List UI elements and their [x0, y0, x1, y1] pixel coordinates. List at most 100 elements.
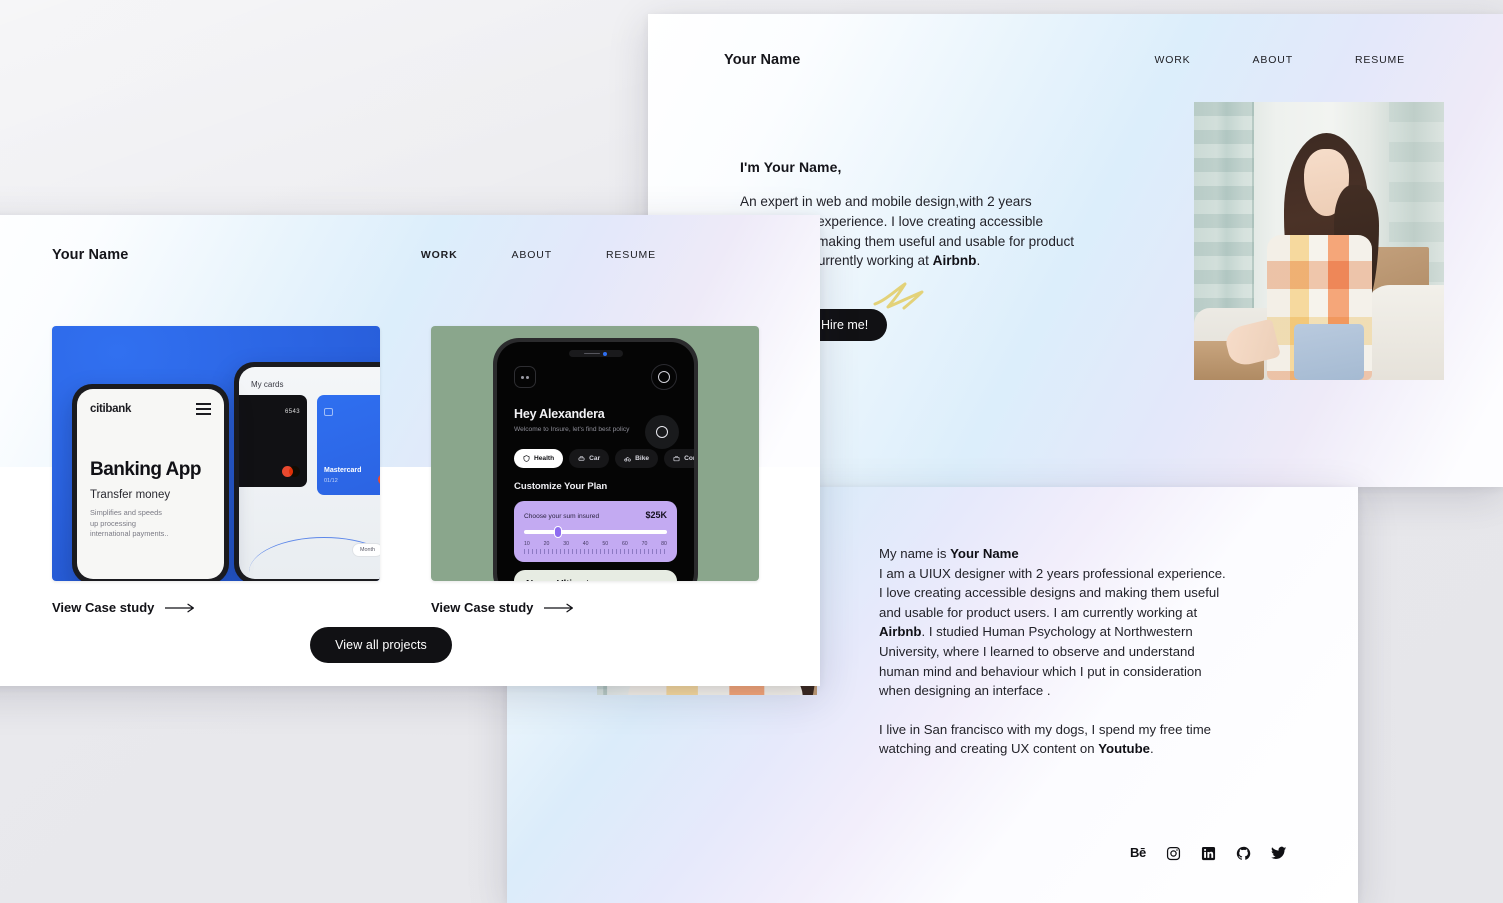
about-bio-part4: .: [1149, 741, 1154, 757]
hero-paragraph-line4-post: .: [976, 253, 981, 269]
category-label: Health: [534, 455, 555, 462]
hero-nav-resume[interactable]: RESUME: [1355, 54, 1405, 66]
banking-phone-back: My cards 6543 454 Mastercard 01/12: [234, 362, 380, 581]
category-label: Car: [589, 455, 601, 462]
project-thumbnail-insurance[interactable]: Hey Alexandera Welcome to Insure, let's …: [431, 326, 759, 581]
about-employer: Airbnb: [879, 624, 922, 640]
phone-notch: [568, 350, 623, 357]
category-label: Bike: [635, 455, 650, 462]
squiggle-underline-icon: [873, 282, 924, 310]
card-black-number: 6543: [285, 409, 300, 415]
twitter-icon[interactable]: [1270, 845, 1287, 861]
work-brand[interactable]: Your Name: [52, 247, 128, 263]
credit-card-black: 6543: [239, 395, 307, 487]
about-bio-part2: . I studied Human Psychology at Northwes…: [879, 624, 1202, 699]
hero-kicker: I'm Your Name,: [740, 159, 842, 175]
slider-tick: 40: [582, 541, 589, 547]
mastercard-logo-icon: [282, 466, 300, 477]
about-youtube: Youtube: [1098, 741, 1150, 757]
about-bio-part3: I live in San francisco with my dogs, I …: [879, 721, 1212, 757]
sum-insured-slider[interactable]: [524, 526, 667, 538]
slider-knob[interactable]: [554, 526, 563, 538]
work-navbar: Your Name WORK ABOUT RESUME: [0, 215, 820, 295]
slider-tick-labels: 10 20 30 40 50 60 70 80: [524, 535, 667, 547]
about-bio: My name is Your Name I am a UIUX designer…: [879, 544, 1231, 759]
credit-card-blue: 454 Mastercard 01/12: [317, 395, 380, 495]
card-chip-icon: [324, 408, 333, 416]
work-nav-resume[interactable]: RESUME: [606, 249, 656, 261]
hero-portrait-photo: [1194, 102, 1444, 380]
project-grid: My cards 6543 454 Mastercard 01/12: [52, 326, 759, 615]
profile-ring-icon[interactable]: [651, 364, 677, 390]
insurance-phone: Hey Alexandera Welcome to Insure, let's …: [493, 338, 698, 581]
arrow-right-icon: [165, 603, 195, 612]
instagram-icon[interactable]: [1166, 846, 1181, 861]
category-label: Comme: [684, 455, 694, 462]
about-bio-part1: I am a UIUX designer with 2 years profes…: [879, 565, 1226, 620]
search-icon[interactable]: [645, 415, 679, 449]
month-filter-pill[interactable]: Month: [352, 543, 380, 557]
slider-tick: 50: [602, 541, 609, 547]
sum-insured-card: Choose your sum insured $25K 10 20 30 40…: [514, 501, 677, 562]
plan-card[interactable]: Neuro Ultimate Premium: [514, 570, 677, 581]
car-icon: [578, 456, 585, 461]
view-case-study-link-insurance[interactable]: View Case study: [431, 600, 759, 615]
view-all-projects-button[interactable]: View all projects: [310, 627, 452, 663]
slider-tick: 30: [563, 541, 569, 547]
slider-tick: 80: [661, 541, 667, 547]
hero-nav-links: WORK ABOUT RESUME: [1154, 54, 1427, 66]
category-pill-bike[interactable]: Bike: [615, 449, 659, 468]
work-panel: Your Name WORK ABOUT RESUME My cards 654…: [0, 215, 820, 686]
category-pill-health[interactable]: Health: [514, 449, 564, 468]
about-intro-pre: My name is: [879, 546, 951, 561]
hamburger-menu-icon[interactable]: [196, 403, 211, 415]
sum-insured-value: $25K: [645, 510, 667, 520]
linkedin-icon[interactable]: [1201, 846, 1216, 861]
slider-tick: 10: [524, 541, 530, 547]
view-case-study-label: View Case study: [52, 600, 155, 615]
my-cards-title: My cards: [251, 379, 284, 389]
work-nav-links: WORK ABOUT RESUME: [421, 249, 656, 261]
view-all-projects-wrapper: View all projects: [0, 627, 820, 663]
category-pill-commercial[interactable]: Comme: [664, 449, 694, 468]
grid-menu-icon[interactable]: [514, 366, 536, 388]
social-links: Bē: [1130, 844, 1287, 862]
hero-nav-work[interactable]: WORK: [1154, 54, 1190, 66]
view-case-study-link-banking[interactable]: View Case study: [52, 600, 380, 615]
sum-insured-label: Choose your sum insured: [524, 513, 600, 520]
github-icon[interactable]: [1236, 846, 1251, 861]
about-bio-paragraph-2: I live in San francisco with my dogs, I …: [879, 720, 1231, 759]
hero-nav-about[interactable]: ABOUT: [1253, 54, 1293, 66]
customize-plan-title: Customize Your Plan: [514, 481, 608, 492]
behance-glyph: Bē: [1130, 845, 1146, 860]
slider-track: [524, 529, 667, 534]
mastercard-logo-icon: [378, 474, 380, 485]
hero-brand[interactable]: Your Name: [724, 52, 800, 68]
view-case-study-label: View Case study: [431, 600, 534, 615]
plan-title: Neuro Ultimate: [526, 579, 665, 581]
citibank-logo: citibank: [90, 403, 132, 415]
slider-tick: 60: [621, 541, 628, 547]
hero-navbar: Your Name WORK ABOUT RESUME: [648, 14, 1503, 106]
hero-employer: Airbnb: [932, 253, 977, 269]
my-cards-header: My cards: [239, 367, 380, 389]
arrow-right-icon: [544, 603, 574, 612]
project-card-banking[interactable]: My cards 6543 454 Mastercard 01/12: [52, 326, 380, 615]
briefcase-icon: [673, 456, 680, 462]
slider-tick: 20: [543, 541, 550, 547]
category-pill-car[interactable]: Car: [569, 449, 610, 468]
citibank-header: citibank: [77, 389, 224, 415]
banking-app-subtitle: Transfer money: [90, 489, 171, 501]
work-nav-about[interactable]: ABOUT: [512, 249, 552, 261]
hero-paragraph-line1: An expert in web and mobile design,with …: [740, 194, 1032, 209]
bike-icon: [624, 456, 631, 462]
project-card-insurance[interactable]: Hey Alexandera Welcome to Insure, let's …: [431, 326, 759, 615]
slider-tick: 70: [641, 541, 648, 547]
banking-app-description: Simplifies and speeds up processing inte…: [90, 508, 169, 538]
card-blue-name: Mastercard: [324, 467, 362, 474]
work-nav-work[interactable]: WORK: [421, 249, 458, 261]
banking-phone-front: citibank Banking App Transfer money Simp…: [72, 384, 229, 581]
project-thumbnail-banking[interactable]: My cards 6543 454 Mastercard 01/12: [52, 326, 380, 581]
slider-hatch-marks: [524, 549, 667, 554]
behance-icon[interactable]: Bē: [1130, 844, 1146, 862]
